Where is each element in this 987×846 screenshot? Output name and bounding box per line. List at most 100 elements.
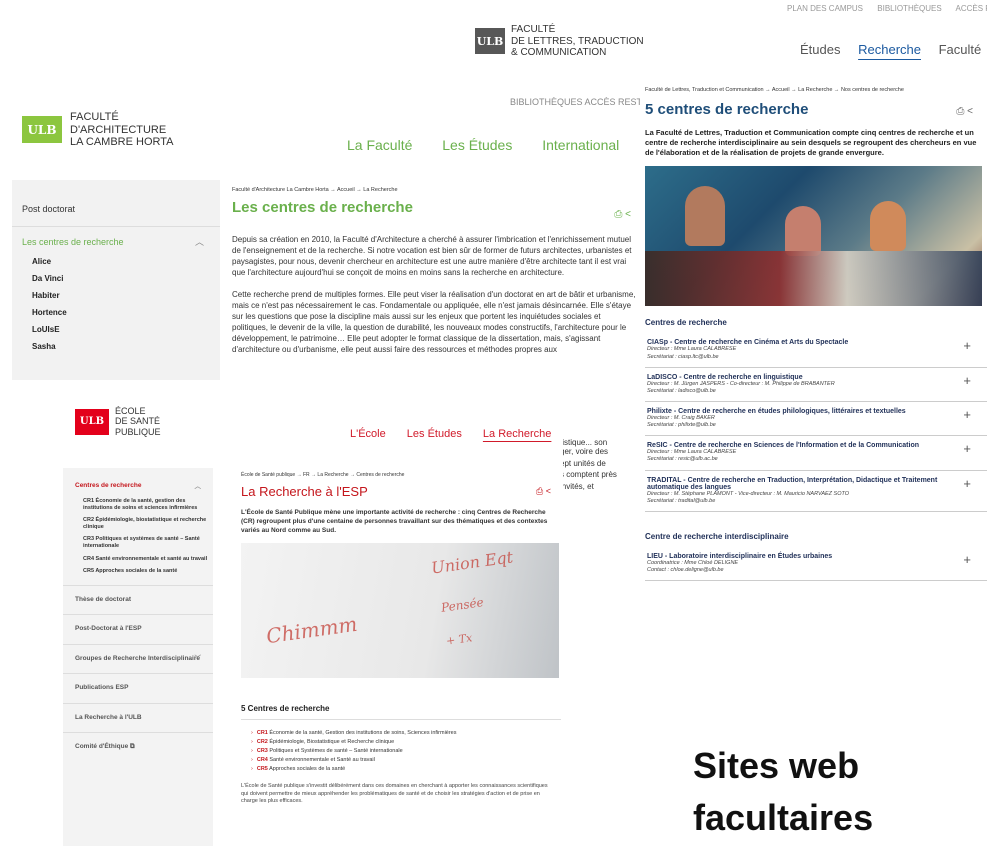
expand-plus-icon[interactable]: + bbox=[963, 476, 971, 491]
sidebar-link[interactable]: Da Vinci bbox=[12, 270, 220, 287]
nav-la-faculte[interactable]: La Faculté bbox=[347, 137, 412, 153]
logo-line: LA CAMBRE HORTA bbox=[70, 136, 174, 149]
sidebar-item-these[interactable]: Thèse de doctorat bbox=[63, 584, 213, 614]
logo-line: D'ARCHITECTURE bbox=[70, 123, 167, 136]
centre-title[interactable]: CIASp - Centre de recherche en Cinéma et… bbox=[647, 339, 957, 346]
expand-plus-icon[interactable]: + bbox=[963, 338, 971, 353]
expand-plus-icon[interactable]: + bbox=[963, 407, 971, 422]
esp-sidebar: Centres de recherche ︿ CR1 Économie de l… bbox=[63, 468, 213, 846]
nav-recherche[interactable]: Recherche bbox=[858, 42, 921, 57]
centre-detail: Secrétariat : ciasp.ltc@ulb.be bbox=[647, 353, 719, 360]
peek-line: ger, voire des bbox=[560, 447, 609, 456]
centre-title[interactable]: LaDISCO - Centre de recherche en linguis… bbox=[647, 374, 957, 381]
architecture-sidebar: Post doctorat Les centres de recherche ︿… bbox=[12, 180, 220, 380]
cr-code[interactable]: CR1 bbox=[257, 730, 268, 736]
logo-line: FACULTÉ bbox=[511, 24, 556, 35]
paragraph: Depuis sa création en 2010, la Faculté d… bbox=[232, 235, 632, 278]
sidebar-centre-cr3[interactable]: CR3 Politiques et systèmes de santé – Sa… bbox=[63, 533, 213, 552]
cr-list-item[interactable]: › CR3 Politiques et Systèmes de santé – S… bbox=[241, 746, 561, 755]
cr-list-item[interactable]: › CR4 Santé environnementale et Santé au … bbox=[241, 755, 561, 764]
cr-code[interactable]: CR4 bbox=[257, 757, 268, 763]
sidebar-link[interactable]: Sasha bbox=[12, 338, 220, 355]
expand-plus-icon[interactable]: + bbox=[963, 552, 971, 567]
lettres-logo[interactable]: ULB FACULTÉ DE LETTRES, TRADUCTION & COM… bbox=[475, 24, 644, 59]
esp-site-screenshot: ULB ÉCOLE DE SANTÉ PUBLIQUE L'École Les … bbox=[63, 398, 563, 846]
sidebar-link[interactable]: Alice bbox=[12, 253, 220, 270]
expand-plus-icon[interactable]: + bbox=[963, 441, 971, 456]
centre-title[interactable]: TRADITAL - Centre de recherche en Traduc… bbox=[647, 477, 957, 491]
sidebar-link[interactable]: Habiter bbox=[12, 287, 220, 304]
top-link-restricted[interactable]: ACCÈS RESTREINT bbox=[956, 4, 987, 13]
print-share-icons[interactable]: ⎙ < bbox=[956, 106, 973, 117]
top-link-campus[interactable]: PLAN DES CAMPUS bbox=[787, 4, 863, 13]
esp-logo[interactable]: ULB ÉCOLE DE SANTÉ PUBLIQUE bbox=[75, 406, 161, 437]
research-centre-item[interactable]: ReSIC - Centre de recherche en Sciences … bbox=[645, 436, 987, 471]
lettres-top-links: PLAN DES CAMPUS BIBLIOTHÈQUES ACCÈS REST… bbox=[787, 4, 987, 13]
cr-list-item[interactable]: › CR1 Économie de la santé, Gestion des i… bbox=[241, 728, 561, 737]
sidebar-link[interactable]: Hortence bbox=[12, 304, 220, 321]
centre-title[interactable]: Philixte - Centre de recherche en études… bbox=[647, 408, 957, 415]
logo-line: & COMMUNICATION bbox=[511, 47, 607, 58]
whiteboard-writing: Chimmm bbox=[264, 612, 359, 649]
peek-line: invités, et bbox=[560, 481, 594, 491]
logo-line: DE LETTRES, TRADUCTION bbox=[511, 35, 644, 47]
sidebar-item-centres[interactable]: Centres de recherche ︿ bbox=[63, 468, 213, 495]
sidebar-item-publications[interactable]: Publications ESP bbox=[63, 673, 213, 702]
chevron-down-icon[interactable]: ﹀ bbox=[195, 655, 202, 663]
section-title-interdisciplinaire: Centre de recherche interdisciplinaire bbox=[645, 531, 789, 541]
sidebar-centre-cr2[interactable]: CR2 Épidémiologie, biostatistique et rec… bbox=[63, 514, 213, 533]
nav-international[interactable]: International bbox=[542, 137, 619, 153]
sidebar-item-post-doctorat[interactable]: Post-Doctorat à l'ESP bbox=[63, 614, 213, 643]
architecture-logo-text: FACULTÉ D'ARCHITECTURE LA CAMBRE HORTA bbox=[70, 111, 174, 149]
nav-faculte[interactable]: Faculté bbox=[939, 42, 982, 57]
nav-les-etudes[interactable]: Les Études bbox=[442, 137, 512, 153]
breadcrumb[interactable]: École de Santé publique → FR → La Recher… bbox=[241, 472, 561, 478]
chevron-up-icon[interactable]: ︿ bbox=[195, 235, 204, 248]
sidebar-item-post-doctorat[interactable]: Post doctorat bbox=[12, 180, 220, 227]
print-share-icons[interactable]: ⎙ < bbox=[614, 209, 631, 220]
top-link-libraries[interactable]: BIBLIOTHÈQUES bbox=[877, 4, 941, 13]
centre-detail: Directeur : Mme Laura CALABRESE bbox=[647, 346, 737, 353]
architecture-content: Faculté d'Architecture La Cambre Horta →… bbox=[232, 187, 637, 355]
chevron-right-icon: › bbox=[251, 765, 253, 772]
centre-title[interactable]: LIEU - Laboratoire interdisciplinaire en… bbox=[647, 553, 957, 560]
research-centre-item[interactable]: LaDISCO - Centre de recherche en linguis… bbox=[645, 368, 987, 402]
breadcrumb[interactable]: Faculté de Lettres, Traduction et Commun… bbox=[645, 87, 987, 93]
architecture-main-nav: La Faculté Les Études International bbox=[347, 137, 640, 153]
nav-ecole[interactable]: L'École bbox=[350, 428, 386, 440]
sidebar-item-groupes[interactable]: Groupes de Recherche Interdisciplinaire … bbox=[63, 643, 213, 673]
cr-code[interactable]: CR2 bbox=[257, 739, 268, 745]
sidebar-item-recherche-ulb[interactable]: La Recherche à l'ULB bbox=[63, 702, 213, 732]
breadcrumb[interactable]: Faculté d'Architecture La Cambre Horta →… bbox=[232, 187, 637, 193]
nav-etudes[interactable]: Les Études bbox=[407, 428, 462, 440]
esp-content: École de Santé publique → FR → La Recher… bbox=[241, 468, 561, 806]
sidebar-centre-cr4[interactable]: CR4 Santé environnementale et santé au t… bbox=[63, 553, 213, 566]
sidebar-item-centres[interactable]: Les centres de recherche ︿ bbox=[12, 227, 220, 253]
research-centre-item[interactable]: LIEU - Laboratoire interdisciplinaire en… bbox=[645, 547, 987, 582]
sidebar-item-label: Centres de recherche bbox=[75, 482, 142, 489]
cr-list-item[interactable]: › CR5 Approches sociales de la santé bbox=[241, 764, 561, 773]
sidebar-item-comite-ethique[interactable]: Comité d'Éthique ⧉ bbox=[63, 731, 213, 761]
centre-detail: Directeur : M. Jürgen JASPERS - Co-direc… bbox=[647, 380, 835, 387]
print-share-icons[interactable]: ⎙ < bbox=[536, 486, 551, 497]
esp-main-nav: L'École Les Études La Recherche bbox=[350, 428, 563, 440]
nav-etudes[interactable]: Études bbox=[800, 42, 840, 57]
section-title-centres: Centres de recherche bbox=[645, 318, 727, 328]
research-centre-item[interactable]: CIASp - Centre de recherche en Cinéma et… bbox=[645, 333, 987, 368]
research-centre-item[interactable]: Philixte - Centre de recherche en études… bbox=[645, 402, 987, 437]
sidebar-link[interactable]: LoUIsE bbox=[12, 321, 220, 338]
nav-recherche[interactable]: La Recherche bbox=[483, 428, 552, 440]
cr-list-item[interactable]: › CR2 Épidémiologie, Biostatistique et Re… bbox=[241, 737, 561, 746]
cr-code[interactable]: CR3 bbox=[257, 748, 268, 754]
expand-plus-icon[interactable]: + bbox=[963, 373, 971, 388]
chevron-up-icon[interactable]: ︿ bbox=[195, 480, 202, 490]
architecture-logo[interactable]: ULB FACULTÉ D'ARCHITECTURE LA CAMBRE HOR… bbox=[22, 111, 174, 149]
research-centre-item[interactable]: TRADITAL - Centre de recherche en Traduc… bbox=[645, 471, 987, 512]
sidebar-centre-cr5[interactable]: CR5 Approches sociales de la santé bbox=[63, 565, 213, 585]
centre-title[interactable]: ReSIC - Centre de recherche en Sciences … bbox=[647, 442, 957, 449]
centre-detail: Directeur : M. Stéphane PLAMONT - Vice-d… bbox=[647, 490, 850, 497]
cr-text: Politiques et Systèmes de santé – Santé … bbox=[269, 747, 403, 754]
sidebar-centre-cr1[interactable]: CR1 Économie de la santé, gestion des in… bbox=[63, 495, 213, 514]
top-links[interactable]: BIBLIOTHÈQUES ACCÈS RESTREINT bbox=[510, 97, 640, 107]
cr-code[interactable]: CR5 bbox=[257, 766, 268, 772]
